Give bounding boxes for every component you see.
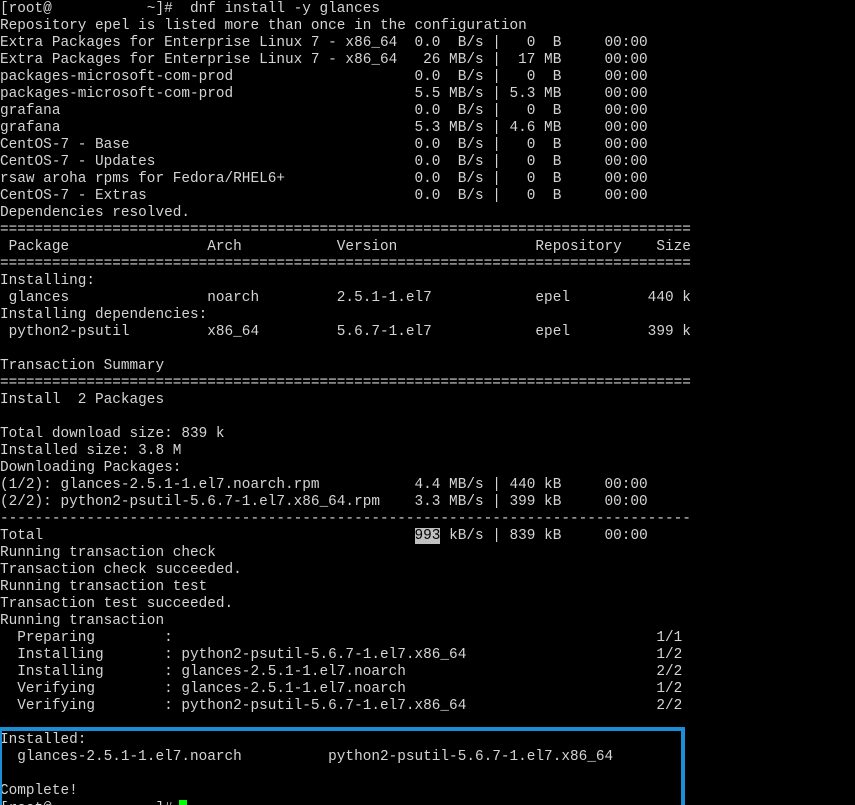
terminal-line: (2/2): python2-psutil-5.6.7-1.el7.x86_64… [0, 494, 648, 510]
terminal-line: Install 2 Packages [0, 392, 165, 408]
terminal-line: Transaction test succeeded. [0, 596, 234, 612]
terminal-line: Transaction Summary [0, 358, 165, 374]
terminal-window[interactable]: [root@ ~]# dnf install -y glances Reposit… [0, 0, 855, 805]
terminal-line: [root@ ~]# dnf install -y glances [0, 1, 380, 17]
terminal-line: Downloading Packages: [0, 460, 182, 476]
terminal-line: Transaction check succeeded. [0, 562, 242, 578]
terminal-line: grafana 5.3 MB/s | 4.6 MB 00:00 [0, 120, 648, 136]
terminal-line: Extra Packages for Enterprise Linux 7 - … [0, 52, 648, 68]
terminal-line: Total 993 kB/s | 839 kB 00:00 [0, 528, 648, 544]
terminal-line: CentOS-7 - Base 0.0 B/s | 0 B 00:00 [0, 137, 648, 153]
terminal-line: Verifying : python2-psutil-5.6.7-1.el7.x… [0, 698, 683, 714]
terminal-line: ========================================… [0, 256, 691, 272]
terminal-line: ----------------------------------------… [0, 511, 691, 527]
terminal-line: Extra Packages for Enterprise Linux 7 - … [0, 35, 648, 51]
terminal-line: packages-microsoft-com-prod 5.5 MB/s | 5… [0, 86, 648, 102]
terminal-line: Complete! [0, 783, 78, 799]
terminal-line: CentOS-7 - Updates 0.0 B/s | 0 B 00:00 [0, 154, 648, 170]
terminal-line: Running transaction test [0, 579, 208, 595]
terminal-line: Installing : python2-psutil-5.6.7-1.el7.… [0, 647, 683, 663]
terminal-line: Running transaction [0, 613, 165, 629]
terminal-line: python2-psutil x86_64 5.6.7-1.el7 epel 3… [0, 324, 691, 340]
terminal-line: Preparing : 1/1 [0, 630, 683, 646]
terminal-line: grafana 0.0 B/s | 0 B 00:00 [0, 103, 648, 119]
terminal-line: Installing : glances-2.5.1-1.el7.noarch … [0, 664, 683, 680]
terminal-line: CentOS-7 - Extras 0.0 B/s | 0 B 00:00 [0, 188, 648, 204]
terminal-line: Installed: [0, 732, 87, 748]
terminal-line: Repository epel is listed more than once… [0, 18, 527, 34]
terminal-line: Total download size: 839 k [0, 426, 225, 442]
terminal-line: Dependencies resolved. [0, 205, 190, 221]
terminal-line: packages-microsoft-com-prod 0.0 B/s | 0 … [0, 69, 648, 85]
terminal-line: (1/2): glances-2.5.1-1.el7.noarch.rpm 4.… [0, 477, 648, 493]
terminal-line: Installing: [0, 273, 95, 289]
cursor-block [178, 800, 187, 805]
terminal-line: ========================================… [0, 222, 691, 238]
terminal-line: rsaw aroha rpms for Fedora/RHEL6+ 0.0 B/… [0, 171, 648, 187]
selected-text: 993 [414, 528, 441, 544]
terminal-line: glances noarch 2.5.1-1.el7 epel 440 k [0, 290, 691, 306]
terminal-line: Verifying : glances-2.5.1-1.el7.noarch 1… [0, 681, 683, 697]
terminal-line: Package Arch Version Repository Size [0, 239, 691, 255]
terminal-line: [root@ ~]# [0, 800, 691, 805]
terminal-line: Running transaction check [0, 545, 216, 561]
terminal-output: [root@ ~]# dnf install -y glances Reposit… [0, 0, 691, 805]
terminal-line: glances-2.5.1-1.el7.noarch python2-psuti… [0, 749, 614, 765]
terminal-line: ========================================… [0, 375, 691, 391]
terminal-line: Installed size: 3.8 M [0, 443, 182, 459]
terminal-line: Installing dependencies: [0, 307, 208, 323]
